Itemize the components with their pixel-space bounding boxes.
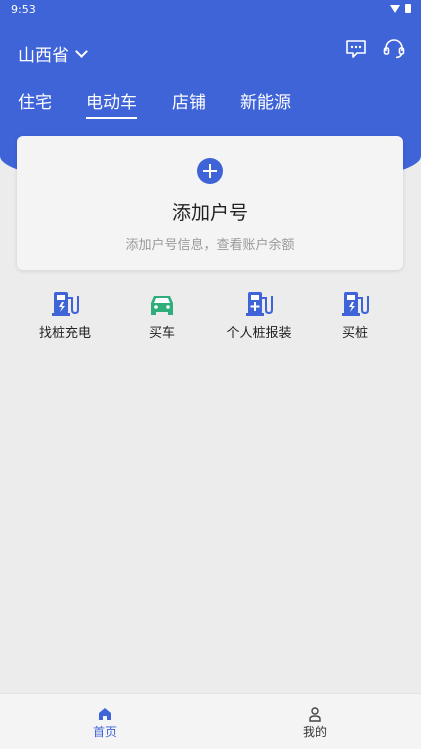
service-label: 买桩 [341, 326, 368, 341]
tab-electric-vehicle[interactable]: 电动车 [86, 88, 137, 119]
status-time: 9:53 [11, 3, 36, 16]
service-label: 买车 [148, 326, 175, 341]
nav-home-label: 首页 [92, 725, 117, 739]
service-label: 个人桩报装 [226, 326, 292, 341]
bottom-nav: 首页 我的 [0, 693, 421, 749]
tab-residence[interactable]: 住宅 [18, 88, 52, 113]
profile-icon [309, 707, 321, 722]
message-icon[interactable] [344, 37, 368, 61]
nav-profile-label: 我的 [302, 725, 327, 739]
service-find-charging[interactable]: 找桩充电 [15, 288, 115, 341]
add-account-subtitle: 添加户号信息，查看账户余额 [125, 238, 295, 253]
add-account-card[interactable]: 添加户号 添加户号信息，查看账户余额 [17, 136, 403, 270]
tab-shop[interactable]: 店铺 [172, 88, 206, 113]
category-tabs: 住宅 电动车 店铺 新能源 [0, 88, 421, 120]
home-icon [99, 708, 111, 720]
buy-charger-icon [342, 292, 369, 316]
tab-new-energy[interactable]: 新能源 [240, 88, 291, 113]
add-account-title: 添加户号 [171, 202, 248, 224]
wifi-icon [390, 4, 400, 13]
service-label: 找桩充电 [38, 326, 91, 341]
nav-profile[interactable]: 我的 [275, 706, 355, 740]
car-icon [151, 296, 173, 315]
service-buy-car[interactable]: 买车 [112, 288, 212, 341]
charging-station-icon [52, 292, 79, 316]
add-icon[interactable] [197, 158, 223, 184]
status-bar: 9:53 [0, 0, 421, 20]
status-icons [390, 4, 411, 13]
customer-service-icon[interactable] [382, 37, 406, 61]
region-selector[interactable]: 山西省 [18, 41, 88, 66]
region-label: 山西省 [18, 46, 69, 66]
nav-home[interactable]: 首页 [65, 706, 145, 740]
service-buy-charger[interactable]: 买桩 [305, 288, 405, 341]
service-grid: 找桩充电 买车 个人桩报装 买桩 [0, 288, 421, 348]
battery-icon [405, 4, 411, 13]
service-personal-charger-install[interactable]: 个人桩报装 [209, 288, 309, 341]
chevron-down-icon [75, 44, 88, 58]
charger-install-icon [246, 292, 273, 316]
